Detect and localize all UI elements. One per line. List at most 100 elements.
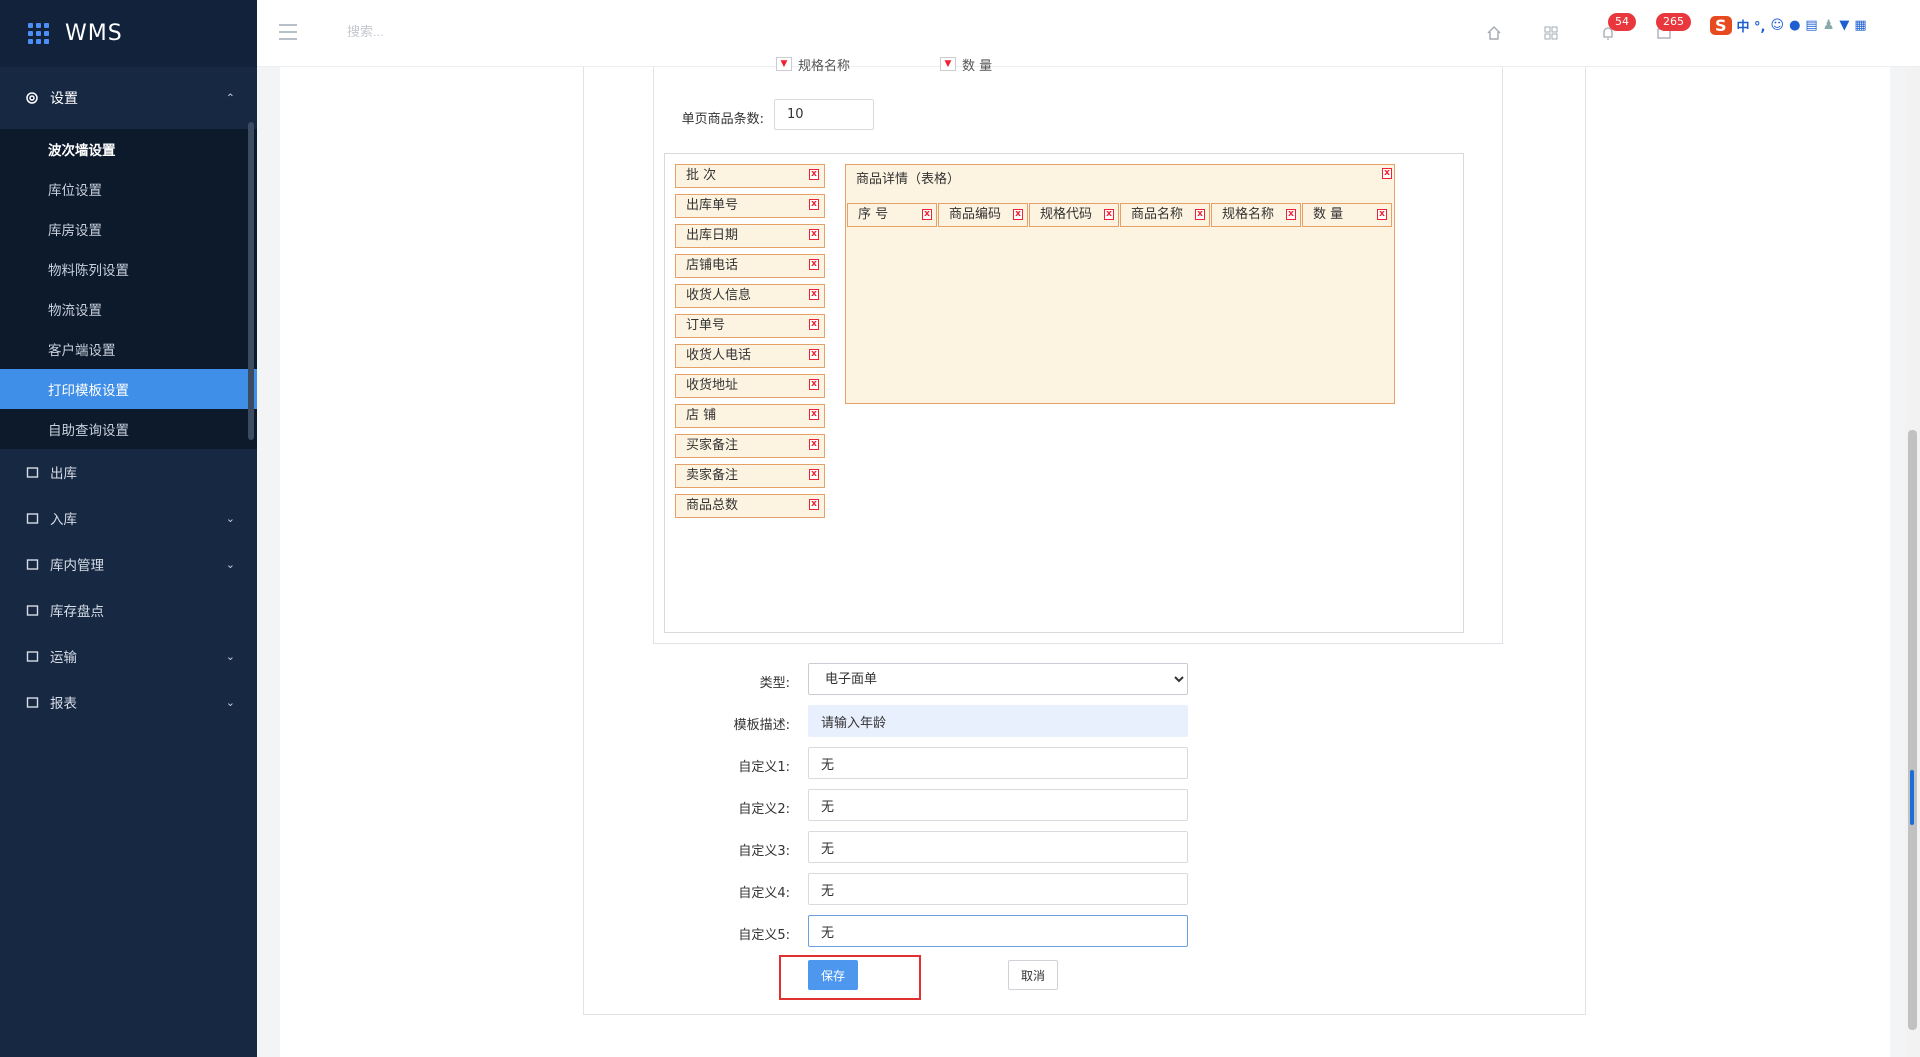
desc-input[interactable] [808, 705, 1188, 737]
sidebar-subitem[interactable]: 物料陈列设置 [0, 249, 257, 289]
table-column[interactable]: 商品名称 x [1120, 203, 1210, 227]
warehouse-icon [24, 556, 40, 572]
emoji-icon: ☺ [1770, 18, 1785, 33]
apps-icon[interactable] [1543, 25, 1559, 41]
sidebar-subitem[interactable]: 打印模板设置 [0, 369, 257, 409]
main-menu: 出库 入库 ⌄ 库内管理 ⌄ 库存盘点 运输 ⌄ 报表 ⌄ [0, 449, 257, 725]
outbound-icon [24, 464, 40, 480]
sidebar-item-label: 运输 [50, 650, 77, 666]
table-column[interactable]: 序 号x [847, 203, 937, 227]
custom4-input[interactable] [808, 873, 1188, 905]
sidebar-subitem[interactable]: 波次墙设置 [0, 129, 257, 169]
column-option-quantity[interactable]: ▼ 数 量 [940, 56, 992, 74]
print-field[interactable]: 出库单号 x [675, 194, 825, 218]
page-items-input[interactable] [774, 99, 874, 130]
custom1-input[interactable] [808, 747, 1188, 779]
type-select[interactable]: 电子面单 [808, 663, 1188, 695]
remove-icon[interactable]: x [1286, 209, 1296, 220]
print-field[interactable]: 店 铺x [675, 404, 825, 428]
type-label: 类型: [759, 676, 790, 691]
mic-icon: ● [1789, 18, 1801, 33]
sidebar-item[interactable]: 入库 ⌄ [0, 495, 257, 541]
product-table-box[interactable]: 商品详情（表格） x 序 号 x 商品编码 x 规格代码 x 商品名称 x 规格名称 x 数 量 x [845, 164, 1395, 404]
gear-icon [24, 90, 40, 106]
message-badge: 265 [1656, 13, 1691, 31]
shirt-icon: ▼ [1839, 18, 1850, 33]
sidebar-item[interactable]: 报表 ⌄ [0, 679, 257, 725]
remove-icon[interactable]: x [1104, 209, 1114, 220]
chevron-down-icon: ⌄ [225, 557, 235, 571]
remove-icon[interactable]: x [1195, 209, 1205, 220]
print-field[interactable]: 出库日期 x [675, 224, 825, 248]
print-field[interactable]: 收货人电话 x [675, 344, 825, 368]
sidebar-item[interactable]: 库存盘点 [0, 587, 257, 633]
settings-submenu: 波次墙设置 库位设置 库房设置 物料陈列设置 物流设置 客户端设置 打印模板设置 自助查询设置 [0, 129, 257, 449]
remove-icon[interactable]: x [809, 439, 819, 450]
print-field[interactable]: 订单号 x [675, 314, 825, 338]
app-grid-icon [28, 23, 49, 44]
table-column[interactable]: 规格代码 x [1029, 203, 1119, 227]
sidebar-item[interactable]: 出库 [0, 449, 257, 495]
table-title: 商品详情（表格） [856, 172, 961, 187]
chevron-down-icon: ⌄ [225, 649, 235, 663]
print-field-label: 收货人信息 [686, 288, 752, 303]
remove-icon[interactable]: x [809, 319, 819, 330]
table-column-label: 商品名称 [1131, 207, 1184, 222]
remove-icon[interactable]: x [809, 409, 819, 420]
chevron-down-icon: ⌄ [225, 511, 235, 525]
remove-icon[interactable]: x [809, 469, 819, 480]
print-field[interactable]: 卖家备注 x [675, 464, 825, 488]
sidebar-item[interactable]: 运输 ⌄ [0, 633, 257, 679]
sidebar-subitem[interactable]: 物流设置 [0, 289, 257, 329]
highlight-box [779, 955, 921, 1000]
sogou-logo: S [1710, 16, 1732, 35]
sidebar-subitem[interactable]: 客户端设置 [0, 329, 257, 369]
remove-icon[interactable]: x [809, 169, 819, 180]
sidebar-subitem[interactable]: 自助查询设置 [0, 409, 257, 449]
table-column[interactable]: 商品编码 x [938, 203, 1028, 227]
app-name: WMS [65, 21, 123, 46]
cancel-button[interactable]: 取消 [1008, 960, 1058, 990]
remove-icon[interactable]: x [809, 349, 819, 360]
sidebar-item[interactable]: 库内管理 ⌄ [0, 541, 257, 587]
logo[interactable]: WMS [0, 0, 257, 67]
remove-icon[interactable]: x [1377, 209, 1387, 220]
remove-icon[interactable]: x [1382, 168, 1392, 179]
remove-icon[interactable]: x [809, 229, 819, 240]
sidebar-subitem[interactable]: 库位设置 [0, 169, 257, 209]
table-column[interactable]: 数 量x [1302, 203, 1392, 227]
print-field[interactable]: 店铺电话 x [675, 254, 825, 278]
sidebar-item-label: 设置 [50, 91, 78, 107]
column-option-label: 规格名称 [798, 58, 851, 74]
column-option-spec-name[interactable]: ▼ 规格名称 [776, 56, 851, 74]
search-input[interactable] [347, 24, 547, 39]
sidebar-item-settings[interactable]: 设置 ⌃ [0, 67, 257, 129]
remove-icon[interactable]: x [809, 199, 819, 210]
print-field[interactable]: 批 次x [675, 164, 825, 188]
table-column-label: 序 号 [858, 207, 889, 222]
custom2-input[interactable] [808, 789, 1188, 821]
custom3-label: 自定义3: [738, 844, 790, 859]
remove-icon[interactable]: x [809, 289, 819, 300]
remove-icon[interactable]: x [1013, 209, 1023, 220]
print-field[interactable]: 买家备注 x [675, 434, 825, 458]
custom5-input[interactable] [808, 915, 1188, 947]
custom3-input[interactable] [808, 831, 1188, 863]
print-field[interactable]: 收货人信息 x [675, 284, 825, 308]
remove-icon[interactable]: x [809, 499, 819, 510]
remove-icon[interactable]: x [809, 379, 819, 390]
ime-toolbar[interactable]: S 中 °, ☺ ● ▤ ♟ ▼ ▦ [1710, 16, 1867, 35]
table-column[interactable]: 规格名称 x [1211, 203, 1301, 227]
sidebar-scrollbar[interactable] [248, 122, 254, 440]
menu-toggle-icon[interactable] [279, 24, 297, 40]
print-field[interactable]: 商品总数 x [675, 494, 825, 518]
sidebar-item-label: 库内管理 [50, 558, 104, 574]
scrollbar-thumb[interactable] [1908, 430, 1917, 1030]
sidebar-subitem[interactable]: 库房设置 [0, 209, 257, 249]
remove-icon[interactable]: x [809, 259, 819, 270]
print-field-label: 商品总数 [686, 498, 739, 513]
chevron-down-icon: ⌄ [225, 695, 235, 709]
home-icon[interactable] [1486, 25, 1502, 41]
remove-icon[interactable]: x [922, 209, 932, 220]
print-field[interactable]: 收货地址 x [675, 374, 825, 398]
